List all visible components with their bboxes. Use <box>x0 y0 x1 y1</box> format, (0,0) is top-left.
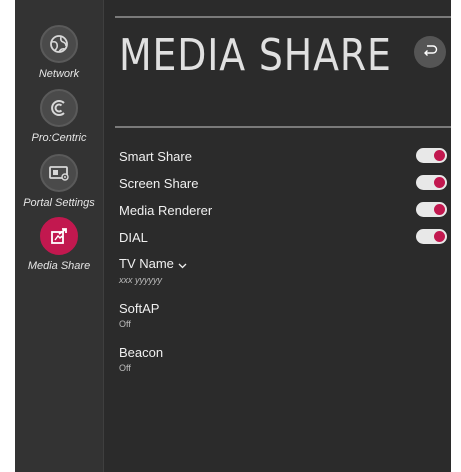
divider <box>115 126 451 128</box>
softap-label: SoftAP <box>119 301 160 316</box>
sidebar-item-label: Media Share <box>27 260 91 272</box>
smart-share-row[interactable]: Smart Share <box>119 148 449 164</box>
sidebar-item-network[interactable]: Network <box>15 25 103 80</box>
screen-share-label: Screen Share <box>119 176 199 191</box>
smart-share-toggle[interactable] <box>416 148 447 163</box>
tv-name-label: TV Name <box>119 256 174 271</box>
dial-label: DIAL <box>119 230 148 245</box>
dial-toggle[interactable] <box>416 229 447 244</box>
sidebar-item-label: Portal Settings <box>23 197 95 209</box>
sidebar: Network Pro:Centric Portal Settings Medi… <box>15 0 104 472</box>
toggle-knob <box>434 177 445 188</box>
tv-name-row[interactable]: TV Name xxx yyyyyy <box>119 256 449 285</box>
toggle-knob <box>434 204 445 215</box>
screen-share-row[interactable]: Screen Share <box>119 175 449 191</box>
back-arrow-icon <box>422 43 438 62</box>
screen-share-toggle[interactable] <box>416 175 447 190</box>
dial-row[interactable]: DIAL <box>119 229 449 245</box>
media-share-icon <box>40 217 78 255</box>
sidebar-item-portal-settings[interactable]: Portal Settings <box>15 154 103 209</box>
beacon-label: Beacon <box>119 345 164 360</box>
softap-row[interactable]: SoftAP Off <box>119 301 449 329</box>
divider <box>115 16 451 18</box>
tv-name-value: xxx yyyyyy <box>119 275 163 286</box>
sidebar-item-media-share[interactable]: Media Share <box>15 217 103 272</box>
sidebar-item-procentric[interactable]: Pro:Centric <box>15 89 103 144</box>
beacon-value: Off <box>119 363 131 373</box>
page-title: MEDIA SHARE <box>119 30 392 81</box>
media-renderer-label: Media Renderer <box>119 203 213 218</box>
procentric-icon <box>40 89 78 127</box>
smart-share-label: Smart Share <box>119 149 192 164</box>
softap-value: Off <box>119 319 131 329</box>
media-renderer-toggle[interactable] <box>416 202 447 217</box>
toggle-knob <box>434 231 445 242</box>
sidebar-item-label: Network <box>38 68 80 80</box>
portal-tv-icon <box>40 154 78 192</box>
screen: Network Pro:Centric Portal Settings Medi… <box>15 0 451 472</box>
media-renderer-row[interactable]: Media Renderer <box>119 202 449 218</box>
sidebar-item-label: Pro:Centric <box>31 132 87 144</box>
chevron-down-icon <box>178 257 187 272</box>
network-globe-icon <box>40 25 78 63</box>
main-panel: MEDIA SHARE Smart Share Screen Share Med… <box>115 0 451 472</box>
back-button[interactable] <box>414 36 446 68</box>
beacon-row[interactable]: Beacon Off <box>119 345 449 373</box>
toggle-knob <box>434 150 445 161</box>
